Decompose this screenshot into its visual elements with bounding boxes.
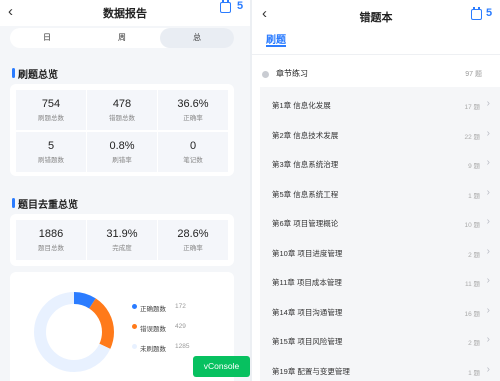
chapter-count: 2 题	[468, 251, 480, 259]
section-count: 97 题	[465, 71, 482, 78]
mistake-badge-button[interactable]: 5	[218, 0, 250, 14]
page-title: 错题本	[359, 12, 393, 24]
chapter-count: 17 题	[464, 104, 480, 111]
chapter-title: 第11章 项目成本管理	[272, 278, 342, 287]
legend-label-wrong: 错误题数	[140, 326, 166, 333]
chevron-right-icon: ›	[486, 304, 490, 316]
section-accent	[12, 198, 15, 208]
legend-value-undone: 1285	[175, 343, 190, 350]
tab-week[interactable]: 周	[85, 28, 159, 48]
chapter-count: 9 题	[468, 163, 480, 170]
chapter-title: 第14章 项目沟通管理	[272, 307, 343, 317]
chevron-right-icon: ›	[486, 275, 490, 286]
chapter-count: 2 题	[468, 340, 480, 347]
chevron-right-icon: ›	[486, 98, 490, 109]
chapter-title: 第2章 信息技术发展	[272, 130, 339, 140]
stat-cell: 5 刷错题数	[16, 132, 86, 172]
legend-label-undone: 未刷题数	[140, 346, 166, 353]
mistake-badge-button[interactable]: 5	[469, 5, 499, 21]
legend-label-correct: 正确题数	[140, 306, 166, 313]
legend-dot-undone	[132, 344, 137, 349]
chevron-right-icon: ›	[486, 334, 490, 345]
tab-day[interactable]: 日	[10, 28, 84, 48]
chapter-count: 1 题	[468, 192, 480, 200]
chapter-row[interactable]: 第6章 项目管理概论 10 题 ›	[272, 216, 490, 232]
section-accent	[12, 68, 15, 78]
chapter-count: 11 题	[464, 281, 480, 288]
chapter-row[interactable]: 第11章 项目成本管理 11 题 ›	[272, 275, 490, 291]
question-donut-chart	[34, 292, 114, 372]
chapter-row[interactable]: 第1章 信息化发展 17 题 ›	[272, 98, 490, 114]
chapter-row[interactable]: 第2章 信息技术发展 22 题 ›	[272, 128, 490, 144]
stat-cell: 754 刷题总数	[16, 90, 86, 130]
chevron-right-icon: ›	[486, 216, 490, 227]
legend-dot-wrong	[132, 324, 137, 329]
chapter-row[interactable]: 第19章 配置与变更管理 1 题 ›	[272, 364, 490, 380]
vconsole-button[interactable]: vConsole	[193, 356, 250, 377]
chapter-row[interactable]: 第3章 信息系统治理 9 题 ›	[272, 157, 490, 173]
expand-toggle-icon	[262, 71, 269, 78]
chapter-row[interactable]: 第5章 信息系统工程 1 题 ›	[272, 187, 490, 203]
chevron-right-icon: ›	[486, 363, 490, 375]
chapter-title: 第6章 项目管理概论	[272, 219, 339, 228]
data-report-panel: ‹ 数据报告 5 日 周 总 刷题总览 754 刷题总数 478 错题总数 36.6…	[0, 0, 250, 381]
chevron-right-icon: ›	[486, 245, 490, 257]
chapter-title: 第5章 信息系统工程	[272, 189, 339, 199]
legend-dot-correct	[132, 304, 137, 309]
section-title-practice: 刷题总览	[12, 66, 58, 81]
period-tabs: 日 周 总	[10, 28, 234, 48]
chapter-count: 22 题	[464, 133, 480, 141]
tab-indicator	[266, 45, 286, 47]
section-label: 章节练习	[276, 69, 308, 78]
practice-overview-card: 754 刷题总数 478 错题总数 36.6% 正确率 5 刷错题数 0.8% 刷错率 0…	[10, 84, 234, 176]
legend-value-correct: 172	[175, 303, 186, 310]
tab-total[interactable]: 总	[160, 28, 234, 48]
stat-cell: 28.6% 正确率	[158, 220, 228, 260]
dedup-overview-card: 1886 题目总数 31.9% 完成度 28.6% 正确率	[10, 214, 234, 266]
chapter-title: 第1章 信息化发展	[272, 101, 331, 110]
badge-count: 5	[486, 7, 493, 19]
chapter-count: 1 题	[468, 369, 480, 377]
chevron-right-icon: ›	[486, 157, 490, 168]
stat-cell: 0 笔记数	[158, 132, 228, 172]
chapter-count: 10 题	[464, 222, 480, 229]
section-title-dedup: 题目去重总览	[12, 196, 78, 211]
badge-count: 5	[237, 0, 244, 12]
chapter-title: 第3章 信息系统治理	[272, 160, 339, 169]
chevron-right-icon: ›	[486, 186, 490, 198]
chapter-practice-header[interactable]: 章节练习 97 题	[262, 67, 494, 83]
divider-line	[252, 54, 500, 55]
stat-cell: 36.6% 正确率	[158, 90, 228, 130]
tab-practice[interactable]: 刷题	[266, 31, 286, 46]
nav-bar: ‹ 数据报告 5	[0, 0, 250, 26]
chapter-count: 16 题	[464, 310, 480, 318]
stat-cell: 0.8% 刷错率	[87, 132, 157, 172]
stat-cell: 31.9% 完成度	[87, 220, 157, 260]
mistake-book-panel: ‹ 错题本 5 刷题 章节练习 97 题 第1章 信息化发展 17 题 › 第2章 信…	[252, 0, 500, 381]
chapter-title: 第15章 项目风险管理	[272, 337, 343, 346]
page-title: 数据报告	[103, 8, 147, 20]
legend-value-wrong: 429	[175, 323, 186, 330]
chapter-row[interactable]: 第14章 项目沟通管理 16 题 ›	[272, 305, 490, 321]
calendar-check-icon	[471, 7, 482, 20]
chapter-title: 第19章 配置与变更管理	[272, 366, 350, 376]
calendar-check-icon	[220, 0, 231, 13]
chapter-row[interactable]: 第10章 项目进度管理 2 题 ›	[272, 246, 490, 262]
chapter-row[interactable]: 第15章 项目风险管理 2 题 ›	[272, 334, 490, 350]
stat-cell: 1886 题目总数	[16, 220, 86, 260]
chapter-title: 第10章 项目进度管理	[272, 248, 343, 258]
chevron-right-icon: ›	[486, 127, 490, 139]
stat-cell: 478 错题总数	[87, 90, 157, 130]
